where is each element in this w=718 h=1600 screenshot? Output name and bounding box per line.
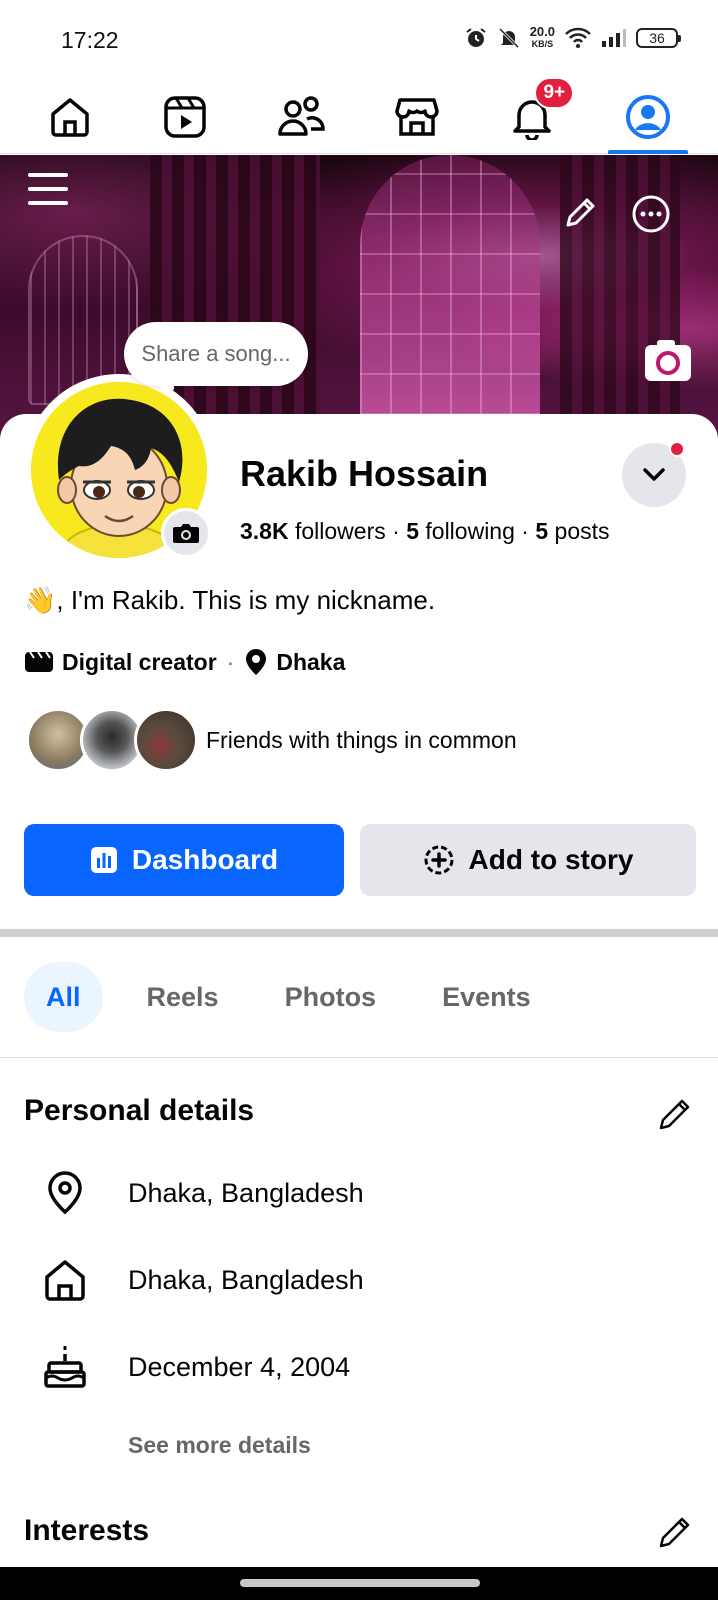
section-divider — [0, 929, 718, 937]
add-to-story-button[interactable]: Add to story — [360, 824, 696, 896]
home-icon — [51, 97, 89, 137]
category-text: Digital creator — [62, 648, 217, 675]
camera-icon — [173, 524, 199, 543]
detail-text: December 4, 2004 — [128, 1351, 351, 1382]
battery-indicator: 36 — [636, 28, 681, 48]
house-icon — [42, 1257, 88, 1303]
cover-art-window — [360, 155, 540, 415]
profile-bio: 👋, I'm Rakib. This is my nickname. — [24, 585, 436, 615]
friends-in-common[interactable]: Friends with things in common — [26, 708, 517, 772]
clapperboard-icon — [25, 651, 53, 672]
location-pin-icon — [42, 1170, 88, 1216]
detail-row-hometown: Dhaka, Bangladesh — [42, 1257, 364, 1303]
signal-icon — [602, 29, 626, 47]
marketplace-icon — [395, 97, 439, 136]
tab-all[interactable]: All — [24, 962, 103, 1032]
following-count: 5 — [406, 518, 419, 544]
tab-photos[interactable]: Photos — [263, 962, 399, 1032]
nav-reels[interactable] — [145, 80, 225, 154]
see-more-details-link[interactable]: See more details — [128, 1432, 311, 1459]
followers-label: followers — [294, 518, 386, 544]
profile-stats[interactable]: 3.8K followers · 5 following · 5 posts — [240, 518, 610, 545]
dashboard-icon — [90, 847, 117, 873]
dashboard-button[interactable]: Dashboard — [24, 824, 344, 896]
add-story-label: Add to story — [468, 844, 634, 875]
posts-label: posts — [554, 518, 610, 544]
profile-name: Rakib Hossain — [240, 453, 489, 494]
detail-row-birthday: December 4, 2004 — [42, 1344, 350, 1390]
profile-meta: Digital creator · Dhaka — [24, 648, 345, 676]
profile-tabs: All Reels Photos Events — [24, 962, 553, 1032]
more-options-icon[interactable] — [630, 193, 672, 235]
wifi-icon — [565, 27, 591, 48]
friend-avatar — [134, 708, 198, 772]
net-speed: 20.0 KB/S — [529, 24, 555, 49]
pencil-icon[interactable] — [560, 193, 600, 233]
nav-profile[interactable] — [608, 80, 689, 154]
location-text: Dhaka — [276, 648, 346, 675]
add-story-icon — [424, 845, 454, 875]
home-gesture-handle[interactable] — [240, 1579, 480, 1587]
status-icons: 20.0 KB/S 36 — [464, 24, 681, 50]
bell-muted-icon — [498, 27, 519, 49]
status-time: 17:22 — [61, 27, 119, 53]
avatar-camera-button[interactable] — [161, 508, 211, 558]
tab-reels[interactable]: Reels — [125, 962, 241, 1032]
tab-events[interactable]: Events — [420, 962, 553, 1032]
following-label: following — [425, 518, 515, 544]
share-song-bubble[interactable]: Share a song... — [124, 322, 308, 394]
detail-text: Dhaka, Bangladesh — [128, 1177, 364, 1208]
interests-title: Interests — [24, 1514, 150, 1547]
dashboard-label: Dashboard — [131, 844, 279, 875]
posts-count: 5 — [535, 518, 549, 544]
pencil-icon[interactable] — [655, 1094, 695, 1134]
alarm-icon — [466, 28, 486, 47]
nav-notifications[interactable]: 9+ — [492, 76, 575, 154]
cover-camera-button[interactable] — [645, 340, 691, 381]
friends-text: Friends with things in common — [206, 726, 517, 753]
followers-count: 3.8K — [240, 518, 289, 544]
friends-icon — [278, 95, 325, 136]
notification-badge: 9+ — [534, 76, 575, 109]
profile-icon — [626, 94, 671, 139]
top-nav-bar: 9+ — [0, 76, 718, 154]
status-bar: 17:22 20.0 KB/S 36 — [0, 0, 718, 80]
detail-row-current-city: Dhaka, Bangladesh — [42, 1170, 364, 1216]
pencil-icon[interactable] — [655, 1512, 695, 1552]
tabs-divider — [0, 1057, 718, 1058]
location-pin-icon — [246, 649, 267, 675]
detail-text: Dhaka, Bangladesh — [128, 1264, 364, 1295]
personal-details-title: Personal details — [24, 1094, 255, 1127]
nav-home[interactable] — [30, 80, 110, 154]
nav-friends[interactable] — [261, 80, 341, 154]
camera-icon — [656, 351, 680, 375]
menu-icon[interactable] — [28, 173, 68, 213]
unread-dot — [669, 441, 685, 457]
nav-marketplace[interactable] — [377, 80, 457, 154]
chevron-down-icon — [643, 468, 665, 481]
reels-icon — [164, 95, 207, 138]
birthday-cake-icon — [42, 1344, 88, 1390]
